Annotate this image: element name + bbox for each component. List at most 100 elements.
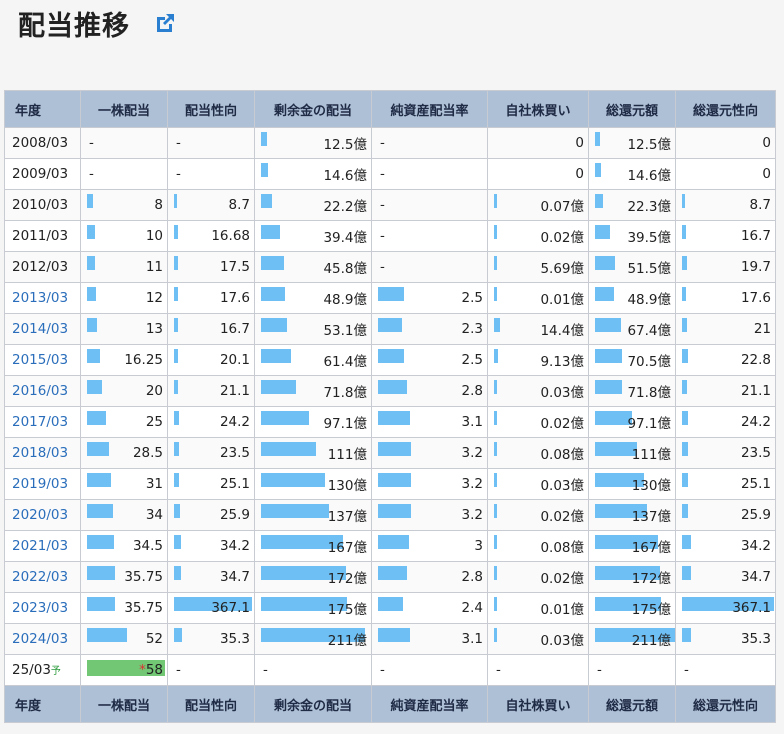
cell-dps: 34 <box>80 499 168 531</box>
cell-buyback: - <box>487 654 589 686</box>
value-bar-ndr <box>378 287 404 301</box>
cell-value: 0.02億 <box>540 509 584 525</box>
cell-dps: *58 <box>80 654 168 686</box>
year-link[interactable]: 2021/03 <box>4 530 81 562</box>
cell-dividend: 61.4億 <box>254 344 372 376</box>
cell-value: 13 <box>145 321 163 337</box>
cell-payout: 25.1 <box>167 468 255 500</box>
cell-total: 167億 <box>588 530 676 562</box>
column-header-payout: 配当性向 <box>167 90 255 128</box>
cell-value: 167億 <box>327 540 367 556</box>
cell-total_ratio: 17.6 <box>675 282 776 314</box>
value-bar-dps <box>87 194 93 208</box>
cell-value: 25.9 <box>219 507 250 523</box>
cell-value: 17.5 <box>219 259 250 275</box>
cell-total_ratio: - <box>675 654 776 686</box>
cell-buyback: 0.02億 <box>487 561 589 593</box>
cell-ndr: 3 <box>371 530 488 562</box>
year-link[interactable]: 2015/03 <box>4 344 81 376</box>
cell-value: - <box>380 259 385 275</box>
cell-value: 19.7 <box>740 259 771 275</box>
value-bar-ndr <box>378 349 404 363</box>
value-bar-total <box>595 225 610 239</box>
cell-value: - <box>380 662 385 678</box>
value-bar-dps <box>87 256 95 270</box>
cell-payout: 367.1 <box>167 592 255 624</box>
value-bar-total_ratio <box>682 628 691 642</box>
cell-value: 14.6億 <box>627 168 671 184</box>
cell-dps: 11 <box>80 251 168 283</box>
cell-value: 31 <box>145 476 163 492</box>
year-link[interactable]: 2020/03 <box>4 499 81 531</box>
value-bar-payout <box>174 566 181 580</box>
cell-value: 111億 <box>631 447 671 463</box>
cell-payout: 17.5 <box>167 251 255 283</box>
cell-total: 70.5億 <box>588 344 676 376</box>
year-link[interactable]: 2023/03 <box>4 592 81 624</box>
cell-total_ratio: 23.5 <box>675 437 776 469</box>
year-link[interactable]: 2018/03 <box>4 437 81 469</box>
value-bar-total_ratio <box>682 287 686 301</box>
year-link[interactable]: 2017/03 <box>4 406 81 438</box>
cell-value: 0.02億 <box>540 571 584 587</box>
cell-value: 2.4 <box>461 600 483 616</box>
cell-total_ratio: 35.3 <box>675 623 776 655</box>
cell-buyback: 0.03億 <box>487 623 589 655</box>
value-bar-total_ratio <box>682 256 687 270</box>
column-header-buyback: 自社株買い <box>487 685 589 723</box>
cell-value: 137億 <box>327 509 367 525</box>
year-link[interactable]: 2016/03 <box>4 375 81 407</box>
cell-payout: 8.7 <box>167 189 255 221</box>
cell-value: - <box>380 197 385 213</box>
year-link[interactable]: 2013/03 <box>4 282 81 314</box>
year-link[interactable]: 2022/03 <box>4 561 81 593</box>
value-bar-total_ratio <box>682 318 687 332</box>
cell-value: 24.2 <box>740 414 771 430</box>
value-bar-ndr <box>378 411 410 425</box>
table-row: 2017/03 25 24.2 97.1億 3.1 0.02億 97.1億 24.2 <box>4 406 776 438</box>
value-bar-buyback <box>494 628 497 642</box>
cell-value: 0 <box>762 166 771 182</box>
cell-value: 12.5億 <box>627 137 671 153</box>
value-bar-dps <box>87 318 97 332</box>
value-bar-total <box>595 287 614 301</box>
table-row: 2016/03 20 21.1 71.8億 2.8 0.03億 71.8億 21.1 <box>4 375 776 407</box>
cell-total: 172億 <box>588 561 676 593</box>
cell-value: - <box>89 135 94 151</box>
cell-value: 3.2 <box>461 445 483 461</box>
value-bar-total_ratio <box>682 473 688 487</box>
value-bar-dps <box>87 349 100 363</box>
table-row: 2012/03 11 17.5 45.8億 - 5.69億 51.5億 19.7 <box>4 251 776 283</box>
cell-value: 22.8 <box>740 352 771 368</box>
value-bar-dps <box>87 225 95 239</box>
value-bar-payout <box>174 442 179 456</box>
external-link-icon[interactable] <box>153 11 177 35</box>
cell-dps: 12 <box>80 282 168 314</box>
cell-dividend: 71.8億 <box>254 375 372 407</box>
cell-ndr: 3.1 <box>371 406 488 438</box>
cell-value: 71.8億 <box>627 385 671 401</box>
value-bar-payout <box>174 256 178 270</box>
cell-payout: 16.7 <box>167 313 255 345</box>
cell-payout: 34.7 <box>167 561 255 593</box>
cell-total_ratio: 22.8 <box>675 344 776 376</box>
cell-ndr: 2.8 <box>371 375 488 407</box>
cell-dividend: 39.4億 <box>254 220 372 252</box>
cell-ndr: 2.8 <box>371 561 488 593</box>
year-link[interactable]: 2014/03 <box>4 313 81 345</box>
cell-dps: 35.75 <box>80 561 168 593</box>
value-bar-payout <box>174 225 178 239</box>
value-bar-total_ratio <box>682 566 691 580</box>
cell-payout: - <box>167 654 255 686</box>
cell-buyback: 0.07億 <box>487 189 589 221</box>
cell-value: 12 <box>145 290 163 306</box>
year-link[interactable]: 2024/03 <box>4 623 81 655</box>
cell-dividend: 211億 <box>254 623 372 655</box>
cell-value: 0 <box>575 166 584 182</box>
cell-payout: - <box>167 158 255 190</box>
cell-value: 3.1 <box>461 631 483 647</box>
cell-dps: 16.25 <box>80 344 168 376</box>
cell-dps: 10 <box>80 220 168 252</box>
value-bar-buyback <box>494 597 497 611</box>
year-link[interactable]: 2019/03 <box>4 468 81 500</box>
